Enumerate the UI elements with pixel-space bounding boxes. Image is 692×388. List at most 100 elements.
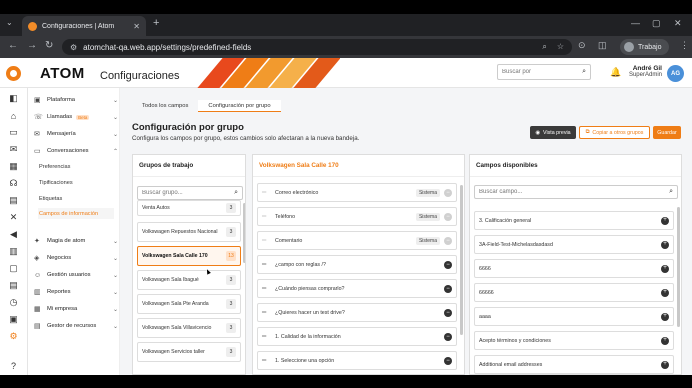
grid-icon[interactable]: ▦ (8, 161, 19, 172)
remove-field-icon[interactable]: − (444, 356, 452, 365)
remove-field-icon[interactable]: − (444, 284, 452, 293)
sidebar-item-reportes[interactable]: ▥ Reportes ⌄ (34, 286, 118, 298)
header-search[interactable]: ⌕ (497, 64, 591, 80)
inbox-icon[interactable]: ▭ (8, 127, 19, 138)
drag-handle-icon[interactable]: ═ (262, 334, 270, 340)
megaphone-icon[interactable]: ◀ (8, 229, 19, 240)
add-field-icon[interactable]: + (661, 312, 669, 321)
sidebar-item-conversaciones[interactable]: ▭ Conversaciones ⌃ (34, 145, 118, 157)
list-item[interactable]: Volkswagen Repuestos Nacional 3 (137, 222, 241, 242)
headset-icon[interactable]: ☊ (8, 178, 19, 189)
extensions-puzzle-icon[interactable]: ◫ (598, 40, 607, 51)
drag-handle-icon[interactable]: ═ (262, 286, 270, 292)
window-close-icon[interactable]: ✕ (674, 18, 682, 29)
header-search-input[interactable] (502, 69, 583, 75)
reload-icon[interactable]: ↻ (45, 40, 53, 51)
list-item[interactable]: Volkswagen Sala Ibagué 3 (137, 270, 241, 290)
list-item[interactable]: 3. Calificación general + (474, 211, 674, 230)
add-field-icon[interactable]: + (661, 360, 669, 369)
field-item[interactable]: ═ ¿Quieres hacer un test drive? − (257, 303, 457, 322)
add-field-icon[interactable]: + (661, 288, 669, 297)
sidebar-subitem-campos-informacion[interactable]: Campos de información (38, 208, 114, 219)
message-icon[interactable]: ✉ (8, 144, 19, 155)
field-item-system[interactable]: ═ Teléfono Sistema − (257, 207, 457, 226)
bell-icon[interactable]: 🔔 (610, 67, 621, 78)
list-item[interactable]: aaaa + (474, 307, 674, 326)
home-icon[interactable]: ⌂ (8, 110, 19, 121)
list-item[interactable]: Volkswagen Sala Pte Aranda 3 (137, 294, 241, 314)
search-icon[interactable]: ⌕ (234, 189, 238, 197)
drag-handle-icon[interactable]: ═ (262, 262, 270, 268)
drag-handle-icon[interactable]: ═ (262, 214, 270, 220)
field-item[interactable]: ═ 1. Seleccione una opción − (257, 351, 457, 370)
document-icon[interactable]: ▢ (8, 263, 19, 274)
list-item[interactable]: Venta Autos 3 (137, 200, 241, 216)
sidebar-subitem-tipificaciones[interactable]: Tipificaciones (38, 177, 114, 188)
table-icon[interactable]: ▤ (8, 280, 19, 291)
field-item-system[interactable]: ═ Correo electrónico Sistema − (257, 183, 457, 202)
avatar[interactable]: AG (667, 65, 684, 82)
remove-field-icon[interactable]: − (444, 308, 452, 317)
list-item[interactable]: Acepto términos y condiciones + (474, 331, 674, 350)
scrollbar[interactable] (460, 185, 463, 335)
preview-button[interactable]: ◉ Vista previa (530, 126, 576, 139)
add-field-icon[interactable]: + (661, 264, 669, 273)
bookmark-star-icon[interactable]: ☆ (557, 42, 564, 52)
tab-todos-campos[interactable]: Todos los campos (132, 100, 198, 112)
save-button[interactable]: Guardar (653, 126, 681, 139)
field-search[interactable]: ⌕ (474, 185, 678, 199)
back-icon[interactable]: ← (8, 40, 18, 51)
copy-to-groups-button[interactable]: ⧉ Copiar a otros grupos (579, 126, 650, 139)
field-item[interactable]: ═ ¿campo con reglas /? − (257, 255, 457, 274)
add-field-icon[interactable]: + (661, 336, 669, 345)
timer-icon[interactable]: ◷ (8, 297, 19, 308)
site-info-icon[interactable]: ⚙ (70, 43, 77, 52)
profile-chip[interactable]: Trabajo (620, 39, 670, 55)
list-item[interactable]: Volkswagen Servicios taller 3 (137, 342, 241, 362)
minimize-icon[interactable]: — (631, 18, 640, 28)
browser-tab[interactable]: Configuraciones | Atom ✕ (22, 16, 146, 36)
report-icon[interactable]: ▣ (8, 314, 19, 325)
sidebar-item-gestor-recursos[interactable]: ▤ Gestor de recursos ⌄ (34, 320, 118, 332)
field-search-input[interactable] (479, 189, 670, 195)
sidebar-item-mi-empresa[interactable]: ▦ Mi empresa ⌄ (34, 303, 118, 315)
tab-configuracion-grupo[interactable]: Configuración por grupo (198, 100, 281, 112)
sidebar-item-mensajeria[interactable]: ✉ Mensajería ⌄ (34, 128, 118, 140)
field-item-system[interactable]: ═ Comentario Sistema − (257, 231, 457, 250)
remove-field-icon[interactable]: − (444, 260, 452, 269)
no-phone-icon[interactable]: ✕ (8, 212, 19, 223)
drag-handle-icon[interactable]: ═ (262, 358, 270, 364)
list-item[interactable]: 6666 + (474, 259, 674, 278)
sidebar-item-negocios[interactable]: ◈ Negocios ⌄ (34, 252, 118, 264)
forward-icon[interactable]: → (27, 40, 37, 51)
search-icon[interactable]: ⌕ (669, 188, 673, 196)
help-icon[interactable]: ? (8, 360, 19, 371)
scrollbar[interactable] (677, 207, 680, 327)
sidebar-item-gestion-usuarios[interactable]: ☺ Gestión usuarios ⌄ (34, 269, 118, 281)
drag-handle-icon[interactable]: ═ (262, 190, 270, 196)
panel-icon[interactable]: ◧ (8, 93, 19, 104)
address-bar[interactable]: ⚙ atomchat-qa.web.app/settings/predefine… (62, 39, 572, 55)
user-info[interactable]: André Gil SuperAdmin (624, 65, 662, 78)
maximize-icon[interactable]: ▢ (652, 18, 661, 29)
sidebar-item-plataforma[interactable]: ▣ Plataforma ⌄ (34, 94, 118, 106)
field-item[interactable]: ═ 1. Calidad de la información − (257, 327, 457, 346)
drag-handle-icon[interactable]: ═ (262, 310, 270, 316)
field-item[interactable]: ═ ¿Cuándo piensas comprarlo? − (257, 279, 457, 298)
drag-handle-icon[interactable]: ═ (262, 238, 270, 244)
sidebar-subitem-preferencias[interactable]: Preferencias (38, 161, 114, 172)
tab-close-icon[interactable]: ✕ (133, 22, 140, 31)
extension-icon[interactable]: ⊙ (578, 40, 586, 51)
tab-search-icon[interactable]: ⌄ (6, 18, 13, 27)
group-search-input[interactable] (142, 190, 235, 196)
add-field-icon[interactable]: + (661, 216, 669, 225)
zoom-icon[interactable]: ⌕ (542, 42, 546, 52)
add-field-icon[interactable]: + (661, 240, 669, 249)
sidebar-item-magia[interactable]: ✦ Magia de atom ⌄ (34, 235, 118, 247)
list-item[interactable]: 66666 + (474, 283, 674, 302)
search-icon[interactable]: ⌕ (582, 68, 586, 76)
list-item-selected[interactable]: Volkswagen Sala Calle 170 13 (137, 246, 241, 266)
chart-icon[interactable]: ▥ (8, 246, 19, 257)
list-item[interactable]: Volkswagen Sala Villavicencio 3 (137, 318, 241, 338)
list-item[interactable]: Additional email addresses + (474, 355, 674, 374)
